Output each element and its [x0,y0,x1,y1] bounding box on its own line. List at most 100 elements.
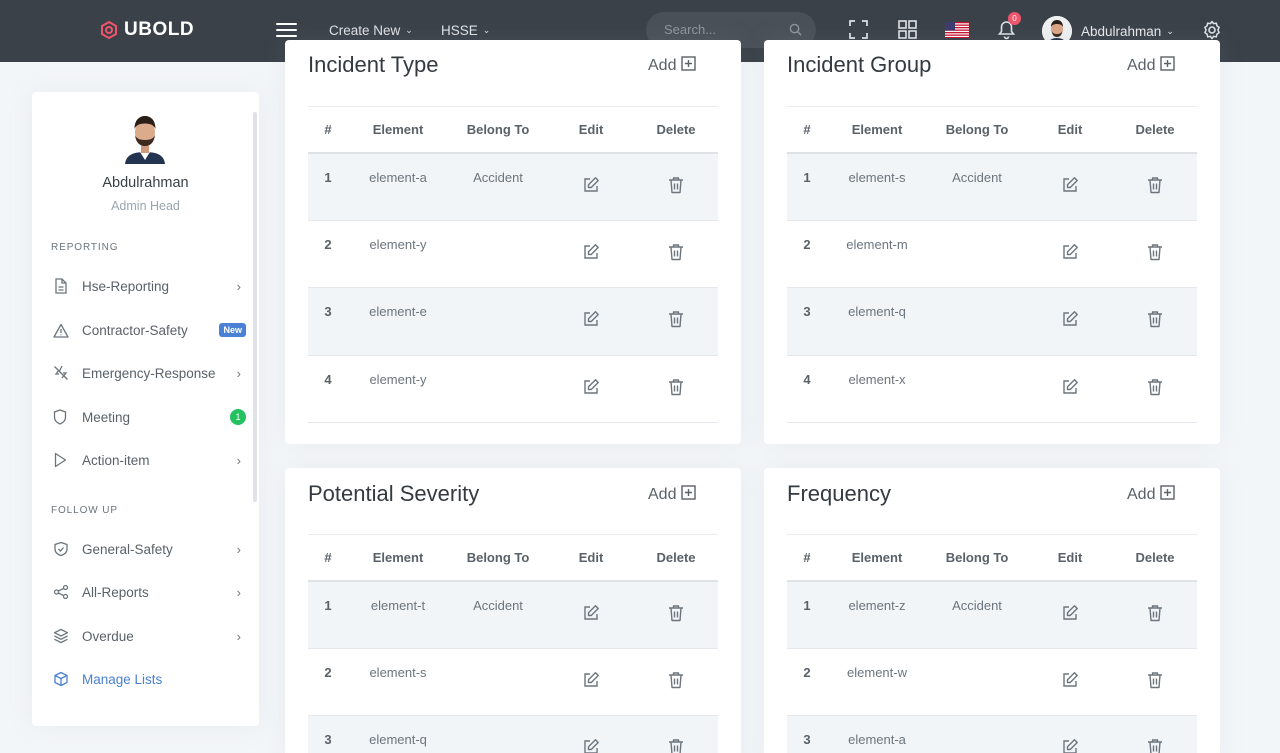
add-button[interactable]: Add [648,485,697,505]
element-name: element-m [827,220,927,288]
table-row: 2 element-m [787,220,1197,288]
chevron-right-icon: › [236,365,241,381]
edit-icon[interactable] [582,243,600,264]
element-name: element-a [827,715,927,753]
gear-icon[interactable] [1202,20,1222,40]
table-row: 3 element-e [308,287,718,356]
table-row: 1 element-s Accident [787,152,1197,221]
logo-icon [101,21,117,39]
edit-cell [1027,152,1113,221]
element-name: element-z [827,580,927,649]
table-row: 2 element-y [308,220,718,288]
edit-icon[interactable] [1061,738,1079,753]
edit-icon[interactable] [1061,176,1079,197]
edit-icon[interactable] [1061,243,1079,264]
potential-severity-card: Potential Severity Add # Element Belong To Ed… [285,468,741,753]
search-input[interactable] [664,22,784,37]
sidebar-scrollbar[interactable] [253,112,257,502]
add-button[interactable]: Add [1127,485,1176,505]
col-num-header: # [308,106,348,154]
table-row: 3 element-a [787,715,1197,753]
sidebar-item-meeting[interactable]: Meeting 1 [53,405,246,429]
sidebar-item-emergency-response[interactable]: Emergency-Response › [53,361,243,385]
element-name: element-s [827,152,927,221]
edit-cell [548,355,634,423]
row-number: 4 [308,355,348,423]
delete-cell [1113,580,1197,649]
edit-icon[interactable] [582,738,600,753]
trash-icon[interactable] [668,604,684,625]
trash-icon[interactable] [668,310,684,331]
menu-toggle-button[interactable] [276,20,297,40]
trash-icon[interactable] [1147,604,1163,625]
add-button[interactable]: Add [648,56,697,76]
element-name: element-y [348,355,448,423]
belong-to-value [448,648,548,716]
col-edit-header: Edit [1027,106,1113,154]
edit-icon[interactable] [582,310,600,331]
edit-icon[interactable] [1061,604,1079,625]
edit-cell [1027,220,1113,288]
sidebar-item-action-item[interactable]: Action-item › [53,448,243,472]
trash-icon[interactable] [1147,378,1163,399]
trash-icon[interactable] [1147,243,1163,264]
edit-icon[interactable] [582,378,600,399]
plus-square-icon [676,485,697,505]
row-number: 4 [787,355,827,423]
user-name: Abdulrahman [1081,23,1162,39]
trash-icon[interactable] [668,738,684,753]
trash-icon[interactable] [668,671,684,692]
belong-to-value: Accident [448,580,548,649]
us-flag-icon[interactable] [945,22,969,38]
sidebar-item-general-safety[interactable]: General-Safety › [53,537,243,561]
row-number: 3 [787,287,827,356]
apps-grid-icon[interactable] [898,20,917,39]
create-new-label: Create New [329,23,401,38]
plus-square-icon [1155,485,1176,505]
element-name: element-e [348,287,448,356]
sidebar-item-hse-reporting[interactable]: Hse-Reporting › [53,274,243,298]
trash-icon[interactable] [1147,176,1163,197]
element-name: element-s [348,648,448,716]
edit-cell [548,287,634,356]
trash-icon[interactable] [1147,310,1163,331]
hsse-menu[interactable]: HSSE ⌄ [441,23,490,38]
edit-icon[interactable] [582,176,600,197]
sidebar-item-manage-lists[interactable]: Manage Lists [53,667,243,691]
trash-icon[interactable] [1147,738,1163,753]
edit-icon[interactable] [1061,378,1079,399]
edit-icon[interactable] [582,671,600,692]
sidebar-user-name[interactable]: Abdulrahman [32,175,259,191]
edit-icon[interactable] [1061,310,1079,331]
edit-icon[interactable] [582,604,600,625]
edit-icon[interactable] [1061,671,1079,692]
trash-icon[interactable] [668,243,684,264]
create-new-menu[interactable]: Create New ⌄ [329,23,413,38]
trash-icon[interactable] [1147,671,1163,692]
add-button[interactable]: Add [1127,56,1176,76]
col-edit-header: Edit [548,534,634,582]
zap-off-icon [53,365,71,381]
sidebar-item-contractor-safety[interactable]: Contractor-Safety New [53,318,246,342]
col-belong-to-header: Belong To [927,534,1027,582]
share-icon [53,584,71,600]
col-element-header: Element [827,534,927,582]
row-number: 3 [308,287,348,356]
layers-icon [53,628,71,644]
edit-cell [1027,355,1113,423]
trash-icon[interactable] [668,378,684,399]
chevron-right-icon: › [236,278,241,294]
belong-to-value [448,355,548,423]
brand-logo[interactable]: UBOLD [100,19,194,41]
element-name: element-t [348,580,448,649]
sidebar-item-all-reports[interactable]: All-Reports › [53,580,243,604]
sidebar-item-overdue[interactable]: Overdue › [53,624,243,648]
add-label: Add [1127,57,1156,74]
table-row: 1 element-t Accident [308,580,718,649]
table-row: 1 element-a Accident [308,152,718,221]
list-table: # Element Belong To Edit Delete 1 element-s Acc… [787,106,1197,423]
fullscreen-icon[interactable] [849,20,868,39]
search-icon[interactable] [789,23,802,36]
col-num-header: # [787,534,827,582]
trash-icon[interactable] [668,176,684,197]
